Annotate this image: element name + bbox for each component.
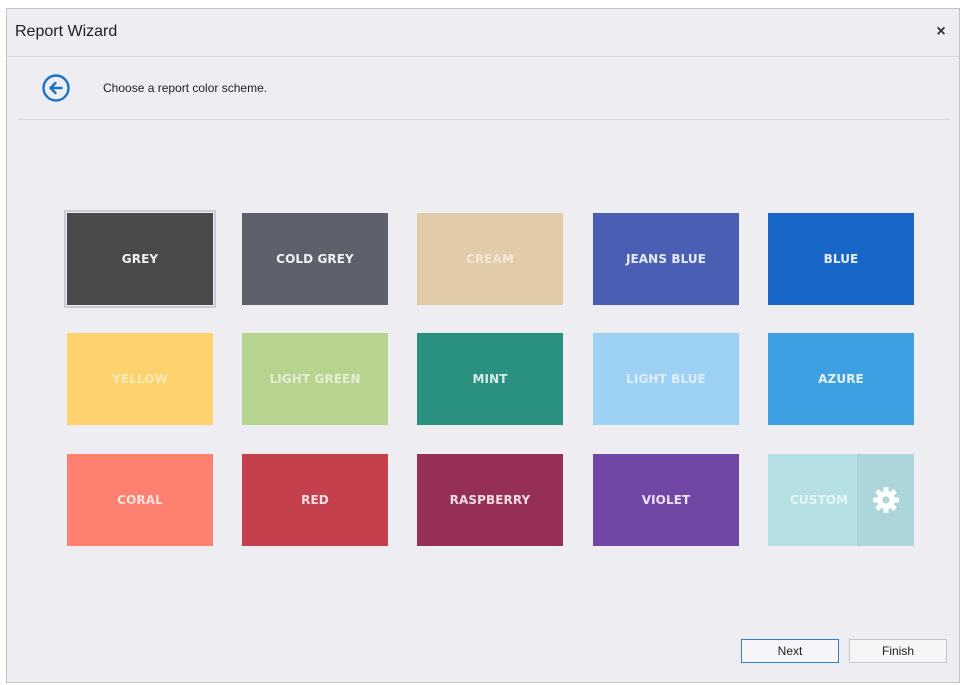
color-scheme-label: CREAM xyxy=(466,252,514,266)
color-scheme-coral[interactable]: CORAL xyxy=(67,454,213,546)
window-title: Report Wizard xyxy=(15,23,118,40)
wizard-header: Choose a report color scheme. xyxy=(19,57,949,120)
arrow-left-circle-icon xyxy=(42,74,70,102)
color-scheme-label: YELLOW xyxy=(112,372,168,386)
color-scheme-light-green[interactable]: LIGHT GREEN xyxy=(242,333,388,425)
color-scheme-label: RASPBERRY xyxy=(449,493,531,507)
color-scheme-azure[interactable]: AZURE xyxy=(768,333,914,425)
title-bar: Report Wizard × xyxy=(7,9,959,57)
back-button[interactable] xyxy=(41,73,71,103)
custom-settings-panel xyxy=(857,454,914,546)
color-scheme-mint[interactable]: MINT xyxy=(417,333,563,425)
color-scheme-violet[interactable]: VIOLET xyxy=(593,454,739,546)
color-scheme-grey[interactable]: GREY xyxy=(64,210,216,308)
color-scheme-light-blue[interactable]: LIGHT BLUE xyxy=(593,333,739,425)
color-scheme-label: CUSTOM xyxy=(790,493,849,507)
color-scheme-label: AZURE xyxy=(818,372,864,386)
next-button[interactable]: Next xyxy=(741,639,839,663)
gear-icon xyxy=(872,487,899,513)
color-scheme-raspberry[interactable]: RASPBERRY xyxy=(417,454,563,546)
finish-button[interactable]: Finish xyxy=(849,639,947,663)
color-scheme-label: GREY xyxy=(121,252,159,266)
color-scheme-cold-grey[interactable]: COLD GREY xyxy=(242,213,388,305)
color-scheme-custom[interactable]: CUSTOM xyxy=(768,454,914,546)
color-scheme-label: LIGHT BLUE xyxy=(626,372,706,386)
color-scheme-label: VIOLET xyxy=(641,493,691,507)
color-scheme-label: COLD GREY xyxy=(276,252,354,266)
color-scheme-label: JEANS BLUE xyxy=(625,252,707,266)
color-scheme-label: CORAL xyxy=(117,493,163,507)
color-scheme-label: RED xyxy=(301,493,329,507)
page-subtitle: Choose a report color scheme. xyxy=(103,81,268,95)
color-scheme-yellow[interactable]: YELLOW xyxy=(67,333,213,425)
color-scheme-label: LIGHT GREEN xyxy=(269,372,361,386)
close-button[interactable]: × xyxy=(931,21,951,43)
color-scheme-red[interactable]: RED xyxy=(242,454,388,546)
color-scheme-label: BLUE xyxy=(823,252,859,266)
report-wizard-window: Report Wizard × Choose a report color sc… xyxy=(6,8,960,683)
color-scheme-cream[interactable]: CREAM xyxy=(417,213,563,305)
color-scheme-label: MINT xyxy=(472,372,508,386)
color-scheme-jeans-blue[interactable]: JEANS BLUE xyxy=(593,213,739,305)
color-scheme-blue[interactable]: BLUE xyxy=(768,213,914,305)
